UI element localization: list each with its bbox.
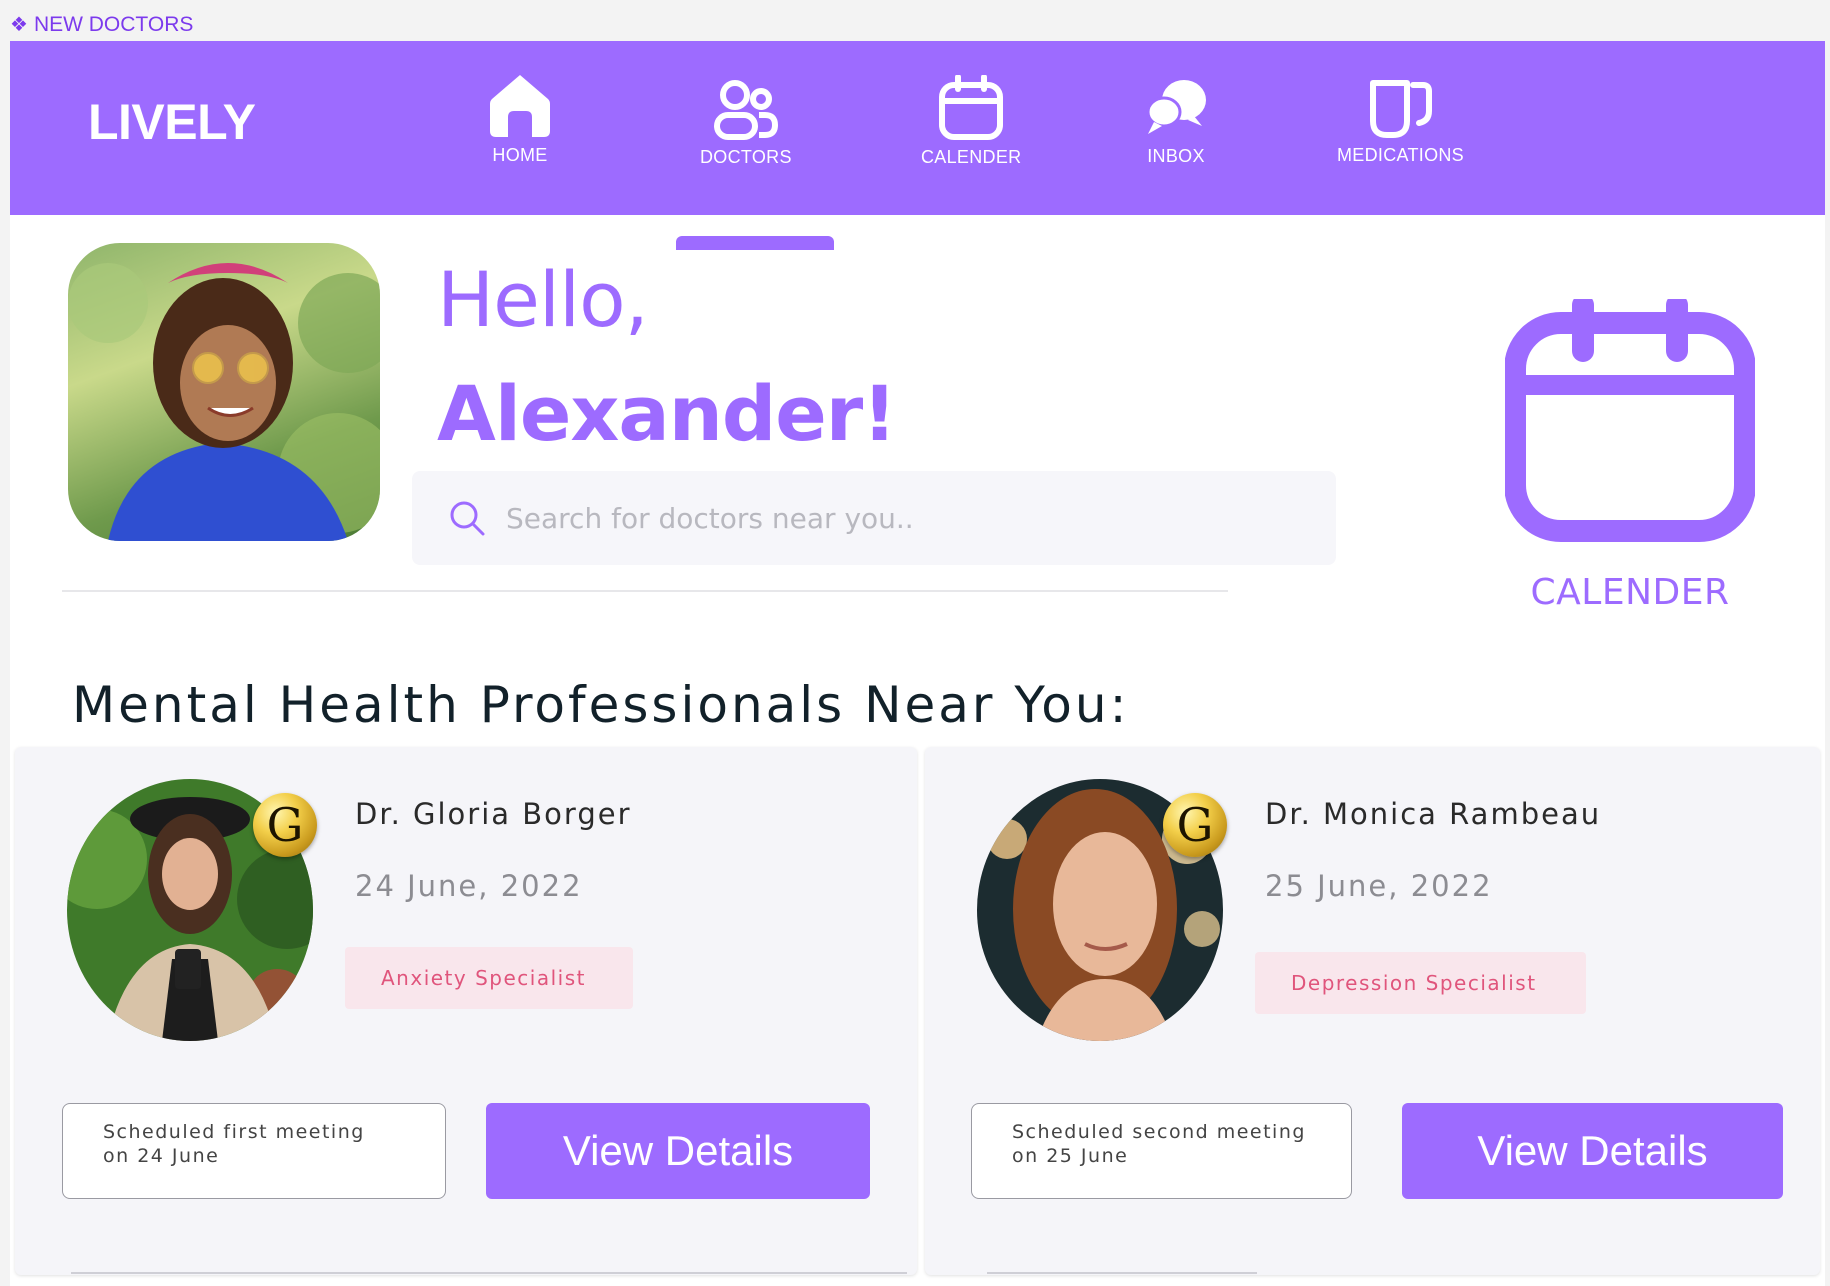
nav-item-calender[interactable]: CALENDER: [921, 75, 1021, 168]
nav-item-home[interactable]: HOME: [488, 71, 552, 166]
doctor-name: Dr. Gloria Borger: [355, 797, 632, 831]
doctor-card: G Dr. Monica Rambeau 25 June, 2022 Depre…: [925, 747, 1820, 1275]
doctor-card: G Dr. Gloria Borger 24 June, 2022 Anxiet…: [15, 747, 917, 1275]
app-logo[interactable]: LIVELY: [88, 93, 256, 151]
section-title: Mental Health Professionals Near You:: [72, 676, 1130, 734]
search-bar[interactable]: [412, 471, 1336, 565]
top-navbar: LIVELY HOME DOCTORS CALENDER INBOX MEDIC…: [10, 41, 1825, 215]
specialty-badge: Anxiety Specialist: [345, 947, 633, 1009]
user-profile-photo[interactable]: [68, 243, 380, 541]
gold-badge-icon: G: [1163, 793, 1227, 857]
doctor-date: 25 June, 2022: [1265, 869, 1493, 903]
profile-photo-image: [68, 263, 380, 541]
frame-label-text: NEW DOCTORS: [33, 12, 194, 36]
nav-item-medications[interactable]: MEDICATIONS: [1337, 77, 1464, 166]
gold-badge-icon: G: [253, 793, 317, 857]
view-details-button[interactable]: View Details: [1402, 1103, 1783, 1199]
frame-label: ❖ NEW DOCTORS: [10, 12, 193, 37]
meeting-note-line1: Scheduled second meeting: [1012, 1121, 1306, 1143]
card-divider: [987, 1272, 1257, 1274]
specialty-badge: Depression Specialist: [1255, 952, 1586, 1014]
search-icon: [450, 501, 485, 536]
home-icon: [490, 75, 550, 137]
doctor-date: 24 June, 2022: [355, 869, 583, 903]
view-details-button[interactable]: View Details: [486, 1103, 870, 1199]
user-name: Alexander!: [437, 369, 897, 458]
card-divider: [71, 1272, 907, 1274]
meeting-note: Scheduled second meeting on 25 June: [971, 1103, 1352, 1199]
nav-item-inbox[interactable]: INBOX: [1144, 76, 1208, 167]
nav-label-home: HOME: [492, 145, 548, 165]
calendar-icon: [939, 75, 1004, 140]
nav-label-calender: CALENDER: [921, 147, 1022, 167]
meeting-note: Scheduled first meeting on 24 June: [62, 1103, 446, 1199]
hero-divider: [62, 590, 1228, 592]
active-nav-indicator: [676, 236, 834, 250]
artboard: LIVELY HOME DOCTORS CALENDER INBOX MEDIC…: [10, 41, 1825, 1286]
nav-item-doctors[interactable]: DOCTORS: [700, 79, 792, 168]
greeting-text: Hello,: [437, 255, 649, 344]
calendar-large-icon: [1504, 294, 1756, 542]
calendar-widget-label: CALENDER: [1530, 572, 1730, 613]
users-icon: [713, 80, 778, 140]
doctor-name: Dr. Monica Rambeau: [1265, 797, 1602, 831]
meeting-note-line2: on 25 June: [1012, 1145, 1129, 1167]
meeting-note-line2: on 24 June: [103, 1145, 220, 1167]
meeting-note-line1: Scheduled first meeting: [103, 1121, 365, 1143]
calendar-widget[interactable]: CALENDER: [1500, 294, 1760, 613]
nav-label-doctors: DOCTORS: [700, 147, 792, 167]
search-input[interactable]: [506, 501, 1326, 535]
component-diamond-icon: ❖: [10, 14, 28, 36]
nav-label-medications: MEDICATIONS: [1337, 145, 1464, 165]
chat-bubbles-icon: [1146, 80, 1206, 134]
mugs-icon: [1370, 80, 1433, 138]
nav-label-inbox: INBOX: [1147, 146, 1205, 166]
